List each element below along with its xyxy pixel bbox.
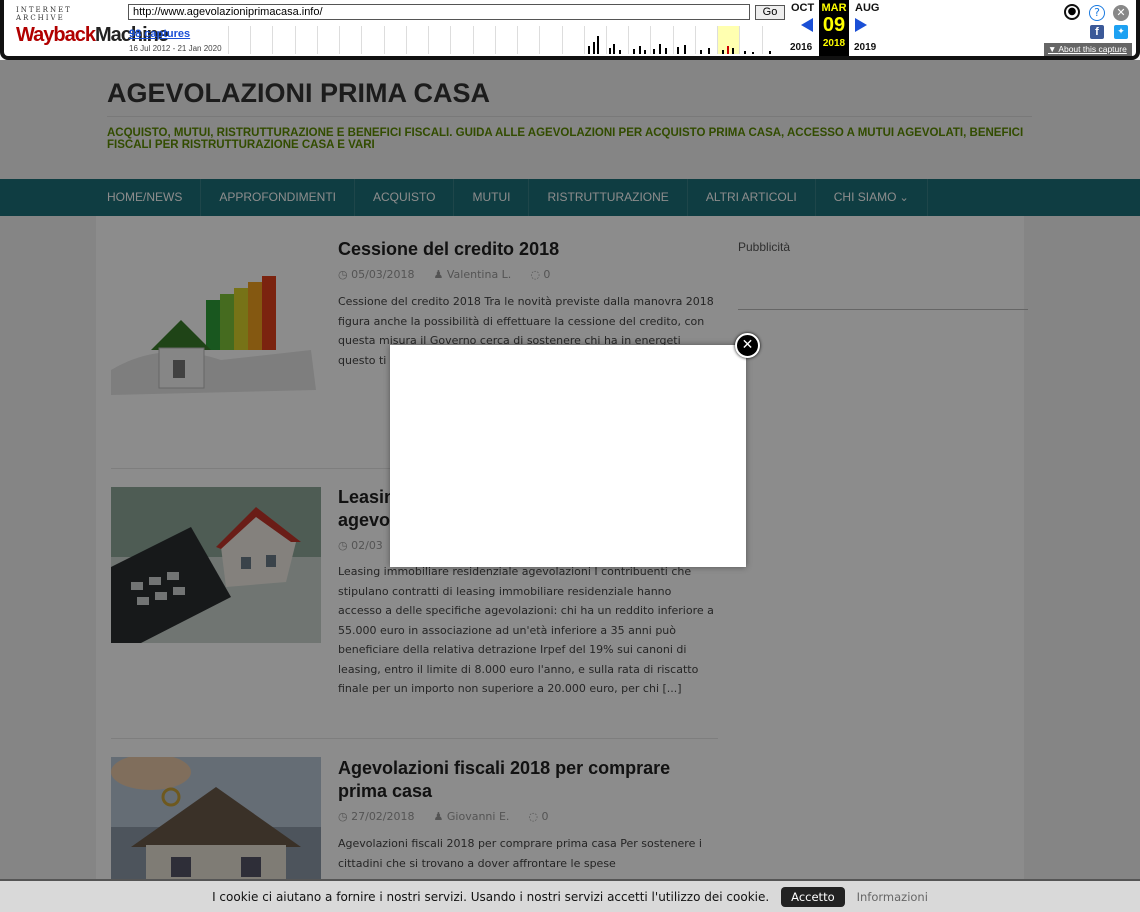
sparkline-bar [618,50,621,54]
sparkline-bar [592,42,595,54]
sparkline-year-cell[interactable] [361,26,383,54]
sparkline-year-cell[interactable] [761,26,784,54]
sparkline-bar [699,50,702,54]
prev-capture-arrow-icon[interactable] [801,18,813,32]
sparkline-year-cell[interactable] [294,26,317,54]
help-icon[interactable]: ? [1089,5,1105,21]
sparkline-bar [752,52,755,54]
popup-modal [390,345,746,567]
close-toolbar-icon[interactable]: ✕ [1113,5,1129,21]
sparkline-year-cell[interactable] [561,26,584,54]
sparkline-year-cell[interactable] [339,26,361,54]
sparkline-bar [676,47,679,54]
sparkline-year-cell[interactable] [628,26,650,54]
current-capture: MAR 09 2018 [819,0,849,56]
sparkline-bar [707,48,710,54]
capture-sparkline[interactable] [228,26,784,54]
sparkline-year-cell[interactable] [450,26,472,54]
prev-month[interactable]: OCT [791,2,814,14]
sparkline-year-cell[interactable] [405,26,428,54]
logo-wayback-machine: WaybackMachine [16,24,169,47]
sparkline-year-cell[interactable] [383,26,406,54]
prev-year[interactable]: 2016 [790,42,812,53]
wayback-logo[interactable]: INTERNET ARCHIVE WaybackMachine [16,6,169,47]
twitter-icon[interactable]: ✦ [1114,25,1128,39]
wayback-toolbar: INTERNET ARCHIVE WaybackMachine http://w… [0,0,1140,60]
sparkline-year-cell[interactable] [650,26,672,54]
sparkline-year-cell[interactable] [228,26,250,54]
sparkline-year-cell[interactable] [717,26,740,54]
sparkline-year-cell[interactable] [739,26,761,54]
current-month: MAR [821,2,847,14]
sparkline-bar [683,45,686,54]
cookie-text: I cookie ci aiutano a fornire i nostri s… [212,889,770,904]
sparkline-bar [633,49,636,54]
sparkline-bar [644,50,647,54]
captures-link[interactable]: 98 captures [129,28,190,40]
captures-range: 16 Jul 2012 - 21 Jan 2020 [129,44,222,53]
next-month[interactable]: AUG [855,2,879,14]
cookie-accept-button[interactable]: Accetto [781,886,845,907]
logo-wayback-text: Wayback [16,24,96,46]
cookie-banner: I cookie ci aiutano a fornire i nostri s… [0,879,1140,912]
about-capture-button[interactable]: ▼ About this capture [1044,43,1132,56]
sparkline-year-cell[interactable] [605,26,628,54]
next-capture-arrow-icon[interactable] [855,18,867,32]
sparkline-bar [732,48,735,54]
logo-internet-archive: INTERNET ARCHIVE [16,6,72,22]
sparkline-year-cell[interactable] [539,26,561,54]
next-year[interactable]: 2019 [854,42,876,53]
sparkline-bar [768,51,771,54]
sparkline-bar [727,46,730,54]
sparkline-bar [587,46,590,54]
sparkline-bar [744,51,747,54]
current-year: 2018 [822,38,846,49]
sparkline-year-cell[interactable] [272,26,294,54]
sparkline-year-cell[interactable] [517,26,539,54]
sparkline-year-cell[interactable] [472,26,495,54]
go-button[interactable]: Go [755,5,785,20]
facebook-icon[interactable]: f [1090,25,1104,39]
sparkline-year-cell[interactable] [428,26,450,54]
sparkline-bar [612,44,615,54]
sparkline-year-cell[interactable] [494,26,517,54]
sparkline-bar [653,49,656,54]
sparkline-bar [596,36,599,54]
account-icon[interactable]: ● [1064,4,1080,20]
sparkline-bar [639,46,642,54]
sparkline-bar [722,50,725,54]
current-day: 09 [822,14,846,36]
sparkline-year-cell[interactable] [250,26,272,54]
sparkline-bar [665,48,668,54]
sparkline-year-cell[interactable] [672,26,695,54]
sparkline-year-cell[interactable] [316,26,339,54]
sparkline-bar [659,44,662,54]
wayback-url-input[interactable]: http://www.agevolazioniprimacasa.info/ [128,4,750,20]
sparkline-bar [608,48,611,54]
sparkline-year-cell[interactable] [583,26,606,54]
about-capture-label: About this capture [1058,44,1127,54]
close-icon[interactable]: ✕ [735,333,760,358]
sparkline-year-cell[interactable] [694,26,717,54]
cookie-info-link[interactable]: Informazioni [857,890,928,904]
